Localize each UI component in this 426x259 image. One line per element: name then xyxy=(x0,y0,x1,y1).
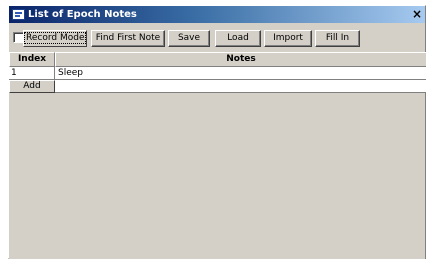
column-header-notes[interactable]: Notes xyxy=(55,52,426,67)
add-button[interactable]: Add xyxy=(9,80,55,93)
record-mode-button[interactable]: Record Mode xyxy=(23,30,87,47)
toolbar: Record Mode Find First Note Save Load Im… xyxy=(9,26,425,48)
notes-table: Index Notes 1 Sleep Add xyxy=(9,52,426,259)
load-button[interactable]: Load xyxy=(215,30,261,47)
find-first-note-button[interactable]: Find First Note xyxy=(91,30,165,47)
add-row: Add xyxy=(9,80,426,93)
row-index-cell[interactable]: 1 xyxy=(9,67,55,80)
close-icon[interactable]: × xyxy=(410,7,424,21)
window-title: List of Epoch Notes xyxy=(28,9,137,20)
table-row[interactable]: 1 Sleep xyxy=(9,67,426,80)
import-button[interactable]: Import xyxy=(264,30,312,47)
new-note-cell[interactable] xyxy=(55,80,426,93)
window-app-icon xyxy=(12,9,25,20)
row-notes-cell[interactable]: Sleep xyxy=(55,67,426,80)
epoch-notes-window: List of Epoch Notes × Record Mode Find F… xyxy=(8,5,426,259)
fill-in-button[interactable]: Fill In xyxy=(315,30,360,47)
title-bar[interactable]: List of Epoch Notes × xyxy=(9,6,425,23)
record-mode-label: Record Mode xyxy=(24,32,87,44)
column-header-index[interactable]: Index xyxy=(9,52,55,67)
save-button[interactable]: Save xyxy=(168,30,210,47)
